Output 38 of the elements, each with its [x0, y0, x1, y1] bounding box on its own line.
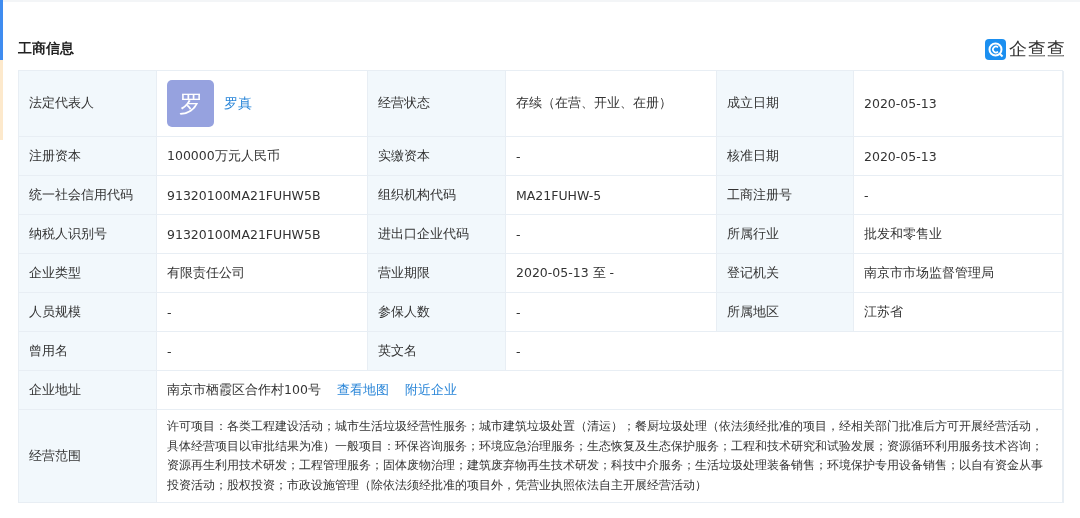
field-value: 南京市栖霞区合作村100号 — [167, 381, 321, 399]
field-label: 核准日期 — [717, 137, 854, 176]
field-label: 进出口企业代码 — [368, 215, 506, 254]
field-label: 成立日期 — [717, 71, 854, 137]
field-label: 参保人数 — [368, 293, 506, 332]
field-label: 法定代表人 — [19, 71, 157, 137]
field-value: 批发和零售业 — [854, 215, 1064, 254]
field-label: 注册资本 — [19, 137, 157, 176]
field-label: 营业期限 — [368, 254, 506, 293]
field-label: 纳税人识别号 — [19, 215, 157, 254]
address-link[interactable]: 附近企业 — [404, 381, 457, 399]
field-label: 统一社会信用代码 — [19, 176, 157, 215]
field-value: 2020-05-13 — [854, 137, 1064, 176]
field-label: 人员规模 — [19, 293, 157, 332]
field-value: 许可项目：各类工程建设活动；城市生活垃圾经营性服务；城市建筑垃圾处置（清运）；餐厨垃圾处理（依法须经批准的项目，经相关部门批准后方可开展经营活动，具体经营项目以审批结果为准）一般项目：环保咨询服务；环境应急治理服务；生态恢复及生态保护服务；工程和技术研究和试验发展；资源循环利用服务技术咨询；资源再生利用技术研发；工程管理服务；固体废物治理；建筑废弃物再生技术研发；科技中介服务；生活垃圾处理装备销售；环境保护专用设备销售；以自有资金从事投资活动；股权投资；市政设施管理（除依法须经批准的项目外，凭营业执照依法自主开展经营活动） — [157, 410, 1064, 503]
field-label: 登记机关 — [717, 254, 854, 293]
field-value: 2020-05-13 — [854, 71, 1064, 137]
field-value: 江苏省 — [854, 293, 1064, 332]
field-label: 经营范围 — [19, 410, 157, 503]
field-value: 南京市市场监督管理局 — [854, 254, 1064, 293]
field-label: 曾用名 — [19, 332, 157, 371]
field-label: 所属地区 — [717, 293, 854, 332]
field-label: 组织机构代码 — [368, 176, 506, 215]
field-label: 英文名 — [368, 332, 506, 371]
field-value: - — [506, 332, 1064, 371]
brand-logo-text: 企查查 — [1009, 37, 1066, 61]
field-value: - — [854, 176, 1064, 215]
field-label: 工商注册号 — [717, 176, 854, 215]
field-label: 企业地址 — [19, 371, 157, 410]
field-label: 所属行业 — [717, 215, 854, 254]
field-label: 经营状态 — [368, 71, 506, 137]
field-label: 实缴资本 — [368, 137, 506, 176]
avatar-icon: 罗 — [167, 80, 214, 127]
section-title: 工商信息 — [18, 40, 74, 58]
search-icon — [985, 38, 1006, 60]
address-link[interactable]: 查看地图 — [336, 381, 389, 399]
field-label: 企业类型 — [19, 254, 157, 293]
person-link[interactable]: 罗真 — [224, 94, 252, 113]
